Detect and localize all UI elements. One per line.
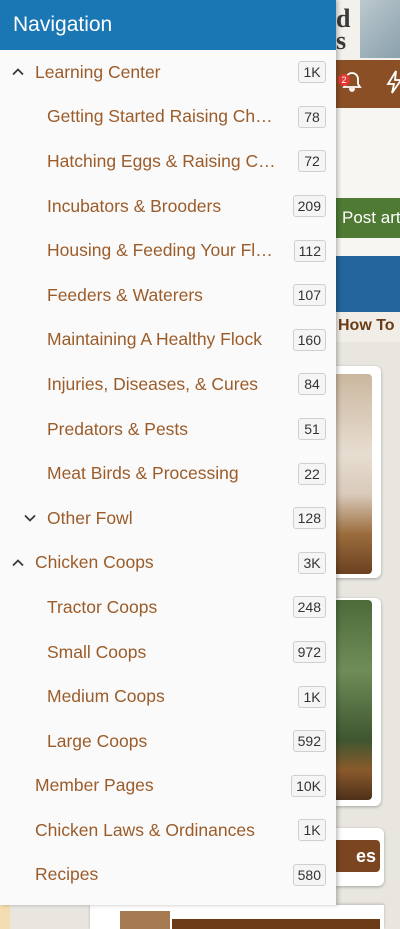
nav-item[interactable]: Member Pages 10K [0,764,336,809]
count-badge: 209 [292,195,326,218]
nav-item-label: Hatching Eggs & Raising Chicks [47,150,276,171]
count-badge: 128 [292,507,326,530]
nav-item-label: Maintaining A Healthy Flock [47,329,262,350]
nav-item-label: Getting Started Raising Chickens [47,106,276,127]
nav-item[interactable]: Chicken Laws & Ordinances 1K [0,808,336,853]
nav-item[interactable]: Learning Center 1K [0,50,336,95]
nav-item[interactable]: Getting Started Raising Chickens 78 [0,95,336,140]
chevron-up-icon[interactable] [11,556,25,570]
spacer [336,238,400,256]
nav-item-label: Recipes [35,864,99,885]
chevron-up-icon[interactable] [11,65,25,79]
page-edge [0,905,10,929]
nav-item-label: Other Fowl [47,507,133,528]
nav-item[interactable]: Large Coops 592 [0,719,336,764]
nav-item-label: Chicken Coops [35,552,154,573]
nav-item[interactable]: Injuries, Diseases, & Cures 84 [0,362,336,407]
nav-item[interactable]: Incubators & Brooders 209 [0,184,336,229]
site-logo-text: d s [336,4,351,55]
nav-item[interactable]: Small Coops 972 [0,630,336,675]
bottom-card-thumbnail [120,911,170,929]
nav-item[interactable]: Medium Coops 1K [0,674,336,719]
count-badge: 22 [298,462,326,485]
nav-item-label: Housing & Feeding Your Flock [47,240,276,261]
count-badge: 107 [292,284,326,307]
nav-item-label: Learning Center [35,61,161,82]
nav-item-label: Feeders & Waterers [47,284,203,305]
nav-item[interactable]: Hatching Eggs & Raising Chicks 72 [0,139,336,184]
nav-item-label: Large Coops [47,730,148,751]
nav-item[interactable]: Housing & Feeding Your Flock 112 [0,228,336,273]
article-thumbnail [336,374,372,574]
count-badge: 112 [293,239,326,262]
bolt-icon[interactable] [386,70,400,100]
nav-item-label: Chicken Laws & Ordinances [35,819,255,840]
nav-item[interactable]: Feeders & Waterers 107 [0,273,336,318]
count-badge: 78 [298,105,326,128]
article-thumbnail [336,600,372,800]
nav-item[interactable]: Meat Birds & Processing 22 [0,451,336,496]
article-card[interactable] [336,598,381,806]
nav-item[interactable]: Tractor Coops 248 [0,585,336,630]
nav-item[interactable]: Chicken Coops 3K [0,541,336,586]
site-logo[interactable] [360,0,400,58]
nav-item-label: Predators & Pests [47,418,189,439]
more-button-label: es [336,840,380,872]
count-badge: 580 [292,863,326,886]
nav-item[interactable]: Recipes 580 [0,853,336,898]
nav-item-label: Member Pages [35,775,154,796]
count-badge: 84 [298,373,326,396]
nav-item-label: Meat Birds & Processing [47,463,239,484]
nav-item-label: Tractor Coops [47,596,158,617]
more-button[interactable]: es [336,828,384,886]
nav-list: Learning Center 1K Getting Started Raising… [0,50,336,897]
navigation-drawer: Navigation Learning Center 1K Getting Star… [0,0,336,905]
count-badge: 51 [298,418,326,441]
post-article-button[interactable]: Post art [336,198,400,238]
nav-item-label: Injuries, Diseases, & Cures [47,373,259,394]
nav-item[interactable]: Maintaining A Healthy Flock 160 [0,318,336,363]
count-badge: 10K [291,774,326,797]
nav-item-label: Small Coops [47,641,147,662]
count-badge: 3K [298,551,326,574]
count-badge: 248 [292,596,326,619]
count-badge: 160 [292,328,326,351]
nav-item[interactable]: Predators & Pests 51 [0,407,336,452]
nav-item-label: Incubators & Brooders [47,195,222,216]
bottom-card-bar [172,919,380,929]
bottom-card[interactable] [90,905,384,929]
count-badge: 1K [298,819,326,842]
count-badge: 1K [298,61,326,84]
banner [336,256,400,312]
count-badge: 972 [292,641,326,664]
drawer-title: Navigation [0,0,336,50]
chevron-down-icon[interactable] [23,511,37,525]
section-heading: How To [336,312,400,342]
notification-badge: 2 [338,74,350,86]
count-badge: 1K [298,685,326,708]
count-badge: 592 [292,730,326,753]
content-area [336,108,400,198]
nav-item-label: Medium Coops [47,686,165,707]
count-badge: 72 [298,150,326,173]
nav-item[interactable]: Other Fowl 128 [0,496,336,541]
article-card[interactable] [336,366,381,578]
